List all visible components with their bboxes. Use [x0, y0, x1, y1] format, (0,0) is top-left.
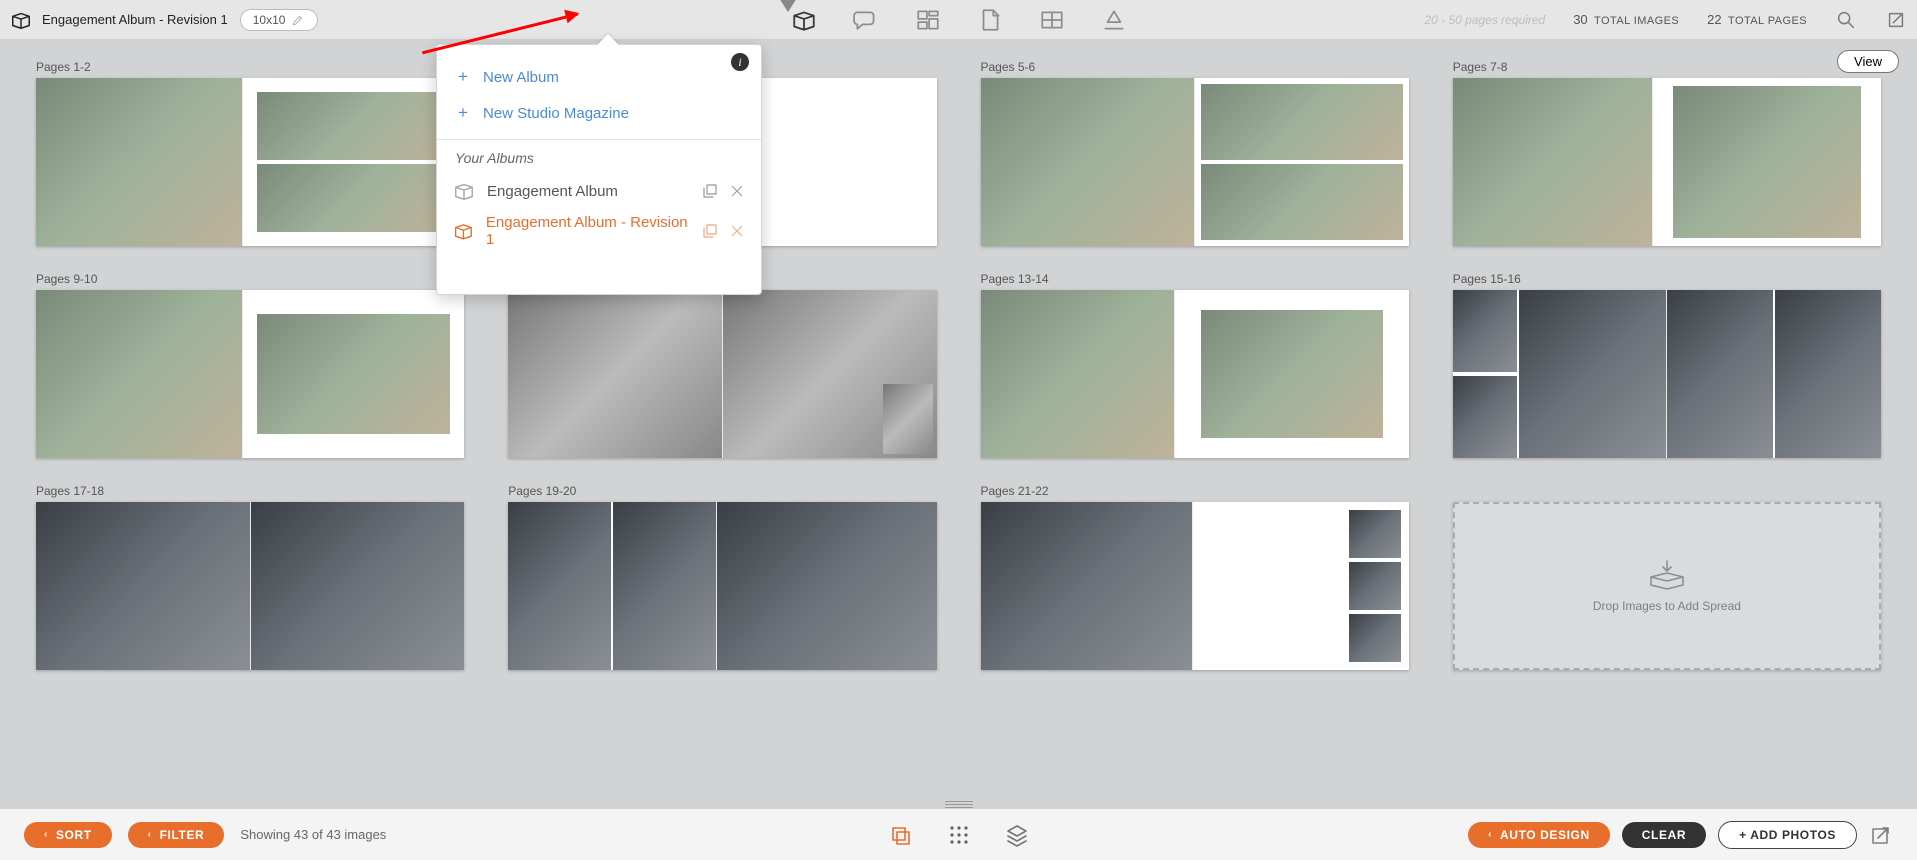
spreads-grid: Pages 1-2 Pages 3-4 Pages 5-6 Pages 7-8 [36, 60, 1881, 670]
spread[interactable]: Pages 11-12 [508, 272, 936, 458]
spread[interactable]: Pages 21-22 [981, 484, 1409, 670]
spread-label: Pages 9-10 [36, 272, 464, 286]
album-icon [10, 9, 32, 31]
filter-button[interactable]: ‹ FILTER [128, 822, 225, 848]
bottom-bar: ‹ SORT ‹ FILTER Showing 43 of 43 images … [0, 808, 1917, 860]
spread-label: Pages 13-14 [981, 272, 1409, 286]
spread-label: Pages 17-18 [36, 484, 464, 498]
auto-design-button[interactable]: ‹ AUTO DESIGN [1468, 822, 1610, 848]
album-icon [453, 180, 475, 202]
export-icon[interactable] [1869, 823, 1893, 847]
grid-nav-icon[interactable] [1039, 7, 1065, 33]
chevron-left-icon: ‹ [148, 829, 152, 840]
chevron-left-icon: ‹ [44, 829, 48, 840]
spread[interactable]: Pages 5-6 [981, 60, 1409, 246]
your-albums-heading: Your Albums [437, 150, 761, 174]
clear-button[interactable]: CLEAR [1622, 822, 1706, 848]
spread[interactable]: Pages 15-16 [1453, 272, 1881, 458]
info-icon[interactable]: i [731, 53, 749, 71]
spread-label: Pages 7-8 [1453, 60, 1881, 74]
drop-spread-label: Drop Images to Add Spread [1593, 599, 1741, 613]
album-list-item[interactable]: Engagement Album - Revision 1 [437, 208, 761, 254]
layouts-nav-icon[interactable] [915, 7, 941, 33]
view-mode-layers-icon[interactable] [1005, 823, 1029, 847]
new-magazine-label: New Studio Magazine [483, 105, 629, 122]
pages-nav-icon[interactable] [977, 7, 1003, 33]
comments-nav-icon[interactable] [853, 7, 879, 33]
view-mode-cards-icon[interactable] [889, 823, 913, 847]
size-pill[interactable]: 10x10 [240, 9, 319, 31]
styles-nav-icon[interactable] [1101, 7, 1127, 33]
spread[interactable]: Pages 13-14 [981, 272, 1409, 458]
add-spread[interactable]: Drop Images to Add Spread [1453, 484, 1881, 670]
new-magazine-item[interactable]: + New Studio Magazine [437, 95, 761, 131]
view-button[interactable]: View [1837, 50, 1899, 73]
album-title: Engagement Album - Revision 1 [42, 12, 228, 27]
albums-dropdown: i + New Album + New Studio Magazine Your… [436, 44, 762, 295]
duplicate-icon[interactable] [701, 222, 719, 240]
album-icon [453, 220, 474, 242]
new-album-item[interactable]: + New Album [437, 59, 761, 95]
view-mode-grid-icon[interactable] [947, 823, 971, 847]
new-album-label: New Album [483, 69, 559, 86]
sort-button[interactable]: ‹ SORT [24, 822, 112, 848]
add-photos-button[interactable]: + ADD PHOTOS [1718, 821, 1857, 849]
spread[interactable]: Pages 19-20 [508, 484, 936, 670]
close-icon[interactable] [729, 183, 745, 199]
spread-label: Pages 21-22 [981, 484, 1409, 498]
chevron-left-icon: ‹ [1488, 829, 1492, 840]
close-icon[interactable] [729, 223, 745, 239]
image-count: Showing 43 of 43 images [240, 827, 386, 842]
spread-label [1453, 484, 1881, 498]
spread[interactable]: Pages 7-8 [1453, 60, 1881, 246]
album-list-item[interactable]: Engagement Album [437, 174, 761, 208]
duplicate-icon[interactable] [701, 182, 719, 200]
spread[interactable]: Pages 17-18 [36, 484, 464, 670]
spread-label: Pages 19-20 [508, 484, 936, 498]
plus-icon: + [455, 67, 471, 87]
spread-label: Pages 5-6 [981, 60, 1409, 74]
spread[interactable]: Pages 1-2 [36, 60, 464, 246]
total-images-stat: 30 TOTAL IMAGES [1573, 12, 1679, 27]
album-name: Engagement Album [487, 183, 618, 200]
top-center-nav [791, 0, 1127, 39]
pages-required: 20 - 50 pages required [1424, 13, 1545, 27]
drop-spread-icon [1647, 559, 1687, 591]
workspace: View Pages 1-2 Pages 3-4 Pages 5-6 [0, 40, 1917, 808]
dropdown-divider [437, 139, 761, 140]
spread-label: Pages 15-16 [1453, 272, 1881, 286]
top-bar: Engagement Album - Revision 1 10x10 20 -… [0, 0, 1917, 40]
pencil-icon [291, 13, 305, 27]
total-pages-stat: 22 TOTAL PAGES [1707, 12, 1807, 27]
drawer-handle-icon[interactable] [945, 801, 973, 808]
size-value: 10x10 [253, 13, 286, 27]
spread-label: Pages 1-2 [36, 60, 464, 74]
spread[interactable]: Pages 9-10 [36, 272, 464, 458]
search-icon[interactable] [1835, 9, 1857, 31]
album-name: Engagement Album - Revision 1 [486, 214, 689, 248]
popout-icon[interactable] [1885, 9, 1907, 31]
plus-icon: + [455, 103, 471, 123]
dropdown-pointer-icon [779, 0, 797, 12]
